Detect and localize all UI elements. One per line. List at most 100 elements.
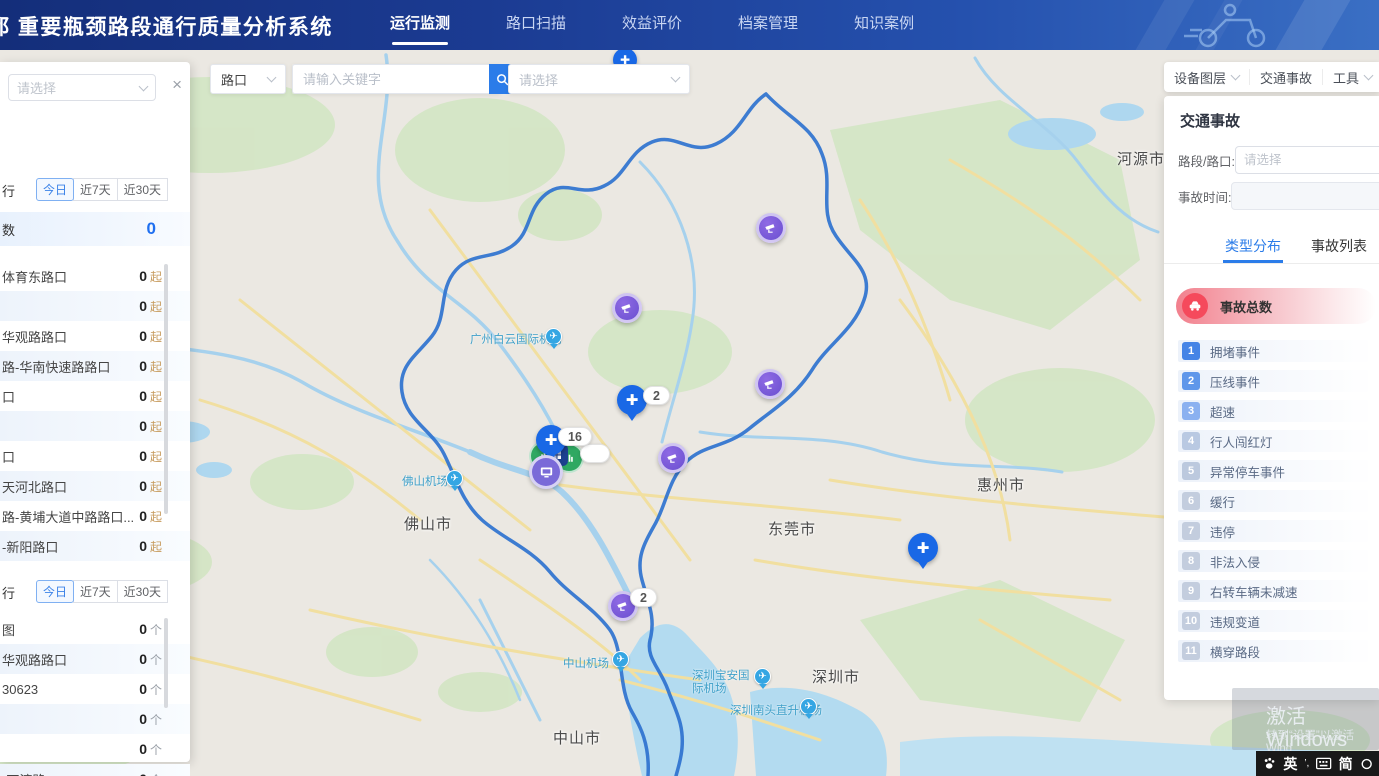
accident-type-row[interactable]: 4行人闯红灯 bbox=[1178, 430, 1368, 452]
accident-time-row: 事故时间: bbox=[1178, 182, 1368, 210]
range-today-button[interactable]: 今日 bbox=[36, 178, 74, 201]
road-select-input[interactable] bbox=[1235, 146, 1379, 174]
nav-item-scan[interactable]: 路口扫描 bbox=[498, 0, 574, 50]
list-item[interactable]: 图0个 bbox=[0, 614, 190, 644]
row-label: 路-黄埔大道中路路口... bbox=[2, 507, 139, 526]
road-select-row: 路段/路口: bbox=[1178, 146, 1368, 174]
row-unit: 个 bbox=[150, 681, 162, 698]
ime-simplified-toggle[interactable]: 简 bbox=[1339, 754, 1353, 774]
list-item[interactable]: 0个 bbox=[0, 734, 190, 764]
summary-label: 数 bbox=[2, 220, 15, 239]
list-item[interactable]: -新阳路口0起 bbox=[0, 531, 190, 561]
nav-item-monitoring[interactable]: 运行监测 bbox=[382, 0, 458, 50]
camera-marker[interactable] bbox=[756, 213, 786, 243]
junction-pin-marker[interactable]: ✚ bbox=[908, 533, 938, 563]
range-7d-button[interactable]: 近7天 bbox=[73, 580, 118, 603]
ime-menu-icon[interactable] bbox=[1360, 757, 1373, 771]
list-item[interactable]: 路-华南快速路路口0起 bbox=[0, 351, 190, 381]
range-7d-button[interactable]: 近7天 bbox=[73, 178, 118, 201]
rank-badge: 11 bbox=[1182, 642, 1200, 660]
airport-pin-zhongshan[interactable]: ✈ bbox=[612, 651, 629, 668]
list-item[interactable]: 0起 bbox=[0, 411, 190, 441]
list-item[interactable]: 体育东路口0起 bbox=[0, 261, 190, 291]
list-item[interactable]: 0个 bbox=[0, 704, 190, 734]
poi-label-foshan-airport: 佛山机场 bbox=[402, 473, 448, 489]
accident-type-row[interactable]: 8非法入侵 bbox=[1178, 550, 1368, 572]
nav-item-cases[interactable]: 知识案例 bbox=[846, 0, 922, 50]
range-30d-button[interactable]: 近30天 bbox=[117, 580, 168, 603]
accident-total-pill[interactable]: 事故总数 bbox=[1176, 288, 1376, 324]
tab-type-distribution[interactable]: 类型分布 bbox=[1223, 228, 1283, 263]
summary-value: 0 bbox=[147, 219, 156, 239]
camera-marker[interactable] bbox=[755, 369, 785, 399]
scrollbar-thumb[interactable] bbox=[164, 618, 168, 708]
cluster-count-badge[interactable]: 16 bbox=[558, 427, 592, 446]
rank-badge: 8 bbox=[1182, 552, 1200, 570]
list-item[interactable]: 华观路路口0起 bbox=[0, 321, 190, 351]
junction-pin-marker[interactable]: ✚ bbox=[617, 385, 647, 415]
nav-item-archives[interactable]: 档案管理 bbox=[730, 0, 806, 50]
accident-type-row[interactable]: 9右转车辆未减速 bbox=[1178, 580, 1368, 602]
accident-type-row[interactable]: 10违规变道 bbox=[1178, 610, 1368, 632]
ime-punctuation-toggle[interactable]: ’, bbox=[1304, 758, 1309, 769]
list-item[interactable]: 天河北路口0起 bbox=[0, 471, 190, 501]
accident-type-row[interactable]: 7违停 bbox=[1178, 520, 1368, 542]
row-unit: 起 bbox=[150, 358, 162, 375]
row-unit: 起 bbox=[150, 448, 162, 465]
row-unit: 起 bbox=[150, 298, 162, 315]
ime-logo-icon[interactable] bbox=[1262, 756, 1276, 771]
accident-type-row[interactable]: 2压线事件 bbox=[1178, 370, 1368, 392]
keyword-input[interactable] bbox=[292, 64, 489, 94]
keyboard-icon[interactable] bbox=[1316, 757, 1331, 770]
device-layers-label: 设备图层 bbox=[1174, 68, 1226, 87]
list-item[interactable]: 路-黄埔大道中路路口...0起 bbox=[0, 501, 190, 531]
search-category-select[interactable]: 路口 bbox=[210, 64, 286, 94]
accident-type-label: 违规变道 bbox=[1210, 612, 1260, 631]
area-select[interactable]: 请选择 bbox=[508, 64, 690, 94]
left-stats-panel: 请选择 × 行 今日 近7天 近30天 数 0 体育东路口0起 0起 华观路路口… bbox=[0, 62, 190, 762]
cluster-count-badge[interactable]: 2 bbox=[643, 386, 670, 405]
display-marker[interactable] bbox=[529, 455, 563, 489]
list-item[interactable]: 口0起 bbox=[0, 441, 190, 471]
accident-type-row[interactable]: 6缓行 bbox=[1178, 490, 1368, 512]
chevron-down-icon bbox=[267, 73, 277, 83]
tools-dropdown[interactable]: 工具 bbox=[1322, 69, 1379, 85]
accident-type-row[interactable]: 11横穿路段 bbox=[1178, 640, 1368, 662]
row-unit: 起 bbox=[150, 388, 162, 405]
list-item[interactable]: 0起 bbox=[0, 291, 190, 321]
chevron-down-icon bbox=[1231, 71, 1241, 81]
nav-item-evaluation[interactable]: 效益评价 bbox=[614, 0, 690, 50]
accident-panel: 交通事故 路段/路口: 事故时间: 类型分布 事故列表 事故总数 1拥堵事件 2… bbox=[1164, 96, 1379, 700]
airport-pin-baoan[interactable]: ✈ bbox=[754, 668, 771, 685]
section2-range-group: 今日 近7天 近30天 bbox=[37, 580, 168, 603]
road-select-label: 路段/路口: bbox=[1178, 151, 1235, 170]
cluster-count-badge[interactable]: 2 bbox=[630, 588, 657, 607]
close-icon[interactable]: × bbox=[172, 76, 182, 93]
list-item[interactable]: 口0起 bbox=[0, 381, 190, 411]
list-item[interactable]: -下渡路0个 bbox=[0, 764, 190, 776]
range-today-button[interactable]: 今日 bbox=[36, 580, 74, 603]
range-30d-button[interactable]: 近30天 bbox=[117, 178, 168, 201]
airport-pin-foshan[interactable]: ✈ bbox=[446, 470, 463, 487]
row-value: 0 bbox=[139, 418, 147, 434]
scrollbar-thumb[interactable] bbox=[164, 264, 168, 514]
accident-time-input[interactable] bbox=[1231, 182, 1379, 210]
airport-pin-nantou[interactable]: ✈ bbox=[800, 698, 817, 715]
cluster-pill-empty[interactable] bbox=[580, 444, 610, 463]
accident-type-row[interactable]: 1拥堵事件 bbox=[1178, 340, 1368, 362]
accident-type-row[interactable]: 3超速 bbox=[1178, 400, 1368, 422]
camera-marker[interactable] bbox=[612, 293, 642, 323]
accident-type-row[interactable]: 5异常停车事件 bbox=[1178, 460, 1368, 482]
left-filter-select[interactable]: 请选择 bbox=[8, 74, 156, 101]
list-item[interactable]: 306230个 bbox=[0, 674, 190, 704]
camera-marker[interactable] bbox=[658, 443, 688, 473]
row-unit: 个 bbox=[150, 651, 162, 668]
list-item[interactable]: 华观路路口0个 bbox=[0, 644, 190, 674]
device-layers-dropdown[interactable]: 设备图层 bbox=[1164, 69, 1249, 85]
plane-icon: ✈ bbox=[758, 671, 766, 682]
traffic-accident-tab[interactable]: 交通事故 bbox=[1249, 69, 1322, 85]
tab-accident-list[interactable]: 事故列表 bbox=[1309, 228, 1369, 263]
panel-title: 交通事故 bbox=[1180, 110, 1240, 131]
ime-language-toggle[interactable]: 英 bbox=[1283, 754, 1297, 774]
airport-pin-baiyun[interactable]: ✈ bbox=[545, 328, 562, 345]
